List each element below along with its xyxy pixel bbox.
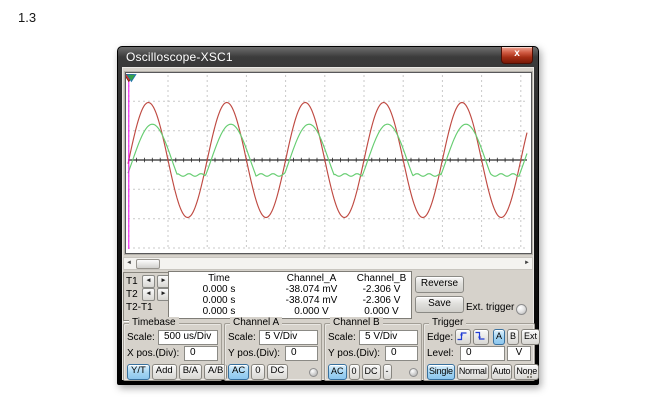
window-title: Oscilloscope-XSC1 [126, 50, 233, 64]
trigger-source-b-button[interactable]: B [507, 329, 519, 345]
channel-b-ypos-input[interactable]: 0 [385, 346, 418, 361]
t2-label: T2 [126, 289, 140, 300]
resize-grip[interactable] [525, 371, 532, 378]
t2-left-button[interactable]: ◄ [142, 288, 155, 301]
t2t1-channel-b-value: 0.000 V [354, 306, 409, 317]
channel-b-led-icon [409, 368, 418, 377]
close-button[interactable]: x [501, 47, 533, 64]
ext-trigger-terminal[interactable] [516, 304, 527, 315]
timebase-xpos-input[interactable]: 0 [184, 346, 218, 361]
channel-b-invert-button[interactable]: - [383, 364, 392, 380]
trigger-source-ext-button[interactable]: Ext [521, 329, 540, 345]
scrollbar-thumb[interactable] [136, 259, 160, 269]
channel-a-ypos-label: Y pos.(Div): [228, 348, 283, 359]
timebase-scale-input[interactable]: 500 us/Div [158, 330, 218, 345]
save-button[interactable]: Save [415, 296, 464, 313]
channel-b-ac-button[interactable]: AC [328, 364, 347, 380]
trigger-falling-edge-button[interactable] [473, 329, 489, 345]
trigger-normal-button[interactable]: Normal [457, 364, 489, 380]
trigger-rising-edge-button[interactable] [455, 329, 471, 345]
channel-a-led-icon [309, 368, 318, 377]
oscilloscope-window: Oscilloscope-XSC1 x ◄ ► T1 ◄ ► T2 ◄ ► [117, 46, 539, 385]
trace-channel_b [128, 124, 527, 176]
trigger-edge-label: Edge: [427, 332, 453, 343]
channel-a-group: Channel A Scale: 5 V/Div Y pos.(Div): 0 … [224, 323, 322, 381]
page: { "page": { "label": "1.3" }, "window": … [0, 0, 660, 406]
rising-edge-icon [456, 330, 468, 342]
reverse-button[interactable]: Reverse [415, 276, 464, 293]
channel-a-ac-button[interactable]: AC [228, 364, 249, 380]
trigger-single-button[interactable]: Single [427, 364, 455, 380]
channel-b-zero-button[interactable]: 0 [349, 364, 360, 380]
timebase-ba-button[interactable]: B/A [179, 364, 202, 380]
timebase-title: Timebase [129, 317, 179, 328]
t2t1-time-value: 0.000 s [169, 306, 269, 317]
page-label: 1.3 [18, 10, 36, 25]
trigger-title: Trigger [429, 317, 466, 328]
channel-a-zero-button[interactable]: 0 [251, 364, 264, 380]
trigger-source-a-button[interactable]: A [493, 329, 505, 345]
channel-b-dc-button[interactable]: DC [362, 364, 381, 380]
channel-a-title: Channel A [230, 317, 282, 328]
scroll-left-icon[interactable]: ◄ [124, 259, 134, 268]
titlebar[interactable]: Oscilloscope-XSC1 x [118, 47, 538, 67]
falling-edge-icon [474, 330, 486, 342]
trigger-level-input[interactable]: 0 [460, 346, 505, 361]
scroll-right-icon[interactable]: ► [522, 259, 532, 268]
t1-label: T1 [126, 276, 140, 287]
t1-channel-b-value: -2.306 V [354, 284, 409, 295]
trigger-group: Trigger Edge: A B Ext [423, 323, 535, 381]
channel-a-dc-button[interactable]: DC [267, 364, 289, 380]
channel-b-title: Channel B [330, 317, 383, 328]
t2t1-channel-a-value: 0.000 V [269, 306, 354, 317]
channel-b-group: Channel B Scale: 5 V/Div Y pos.(Div): 0 … [324, 323, 422, 381]
channel-b-scale-label: Scale: [328, 332, 357, 343]
channel-a-ypos-input[interactable]: 0 [285, 346, 318, 361]
t2-channel-a-value: -38.074 mV [269, 295, 354, 306]
t2-time-value: 0.000 s [169, 295, 269, 306]
t1-channel-a-value: -38.074 mV [269, 284, 354, 295]
t1-time-value: 0.000 s [169, 284, 269, 295]
channel-b-ypos-label: Y pos.(Div): [328, 348, 383, 359]
trigger-level-label: Level: [427, 348, 458, 359]
timebase-scale-label: Scale: [127, 332, 156, 343]
col-header-channel-b: Channel_B [354, 273, 409, 284]
channel-a-scale-input[interactable]: 5 V/Div [259, 330, 318, 345]
col-header-channel-a: Channel_A [269, 273, 354, 284]
t2-channel-b-value: -2.306 V [354, 295, 409, 306]
scope-display[interactable] [125, 72, 532, 254]
t1-row: T1 ◄ ► [126, 275, 170, 288]
t2t1-row: T2-T1 [126, 301, 170, 314]
trigger-auto-button[interactable]: Auto [491, 364, 513, 380]
cursor-control-box: T1 ◄ ► T2 ◄ ► T2-T1 [123, 272, 172, 321]
t1-left-button[interactable]: ◄ [142, 275, 155, 288]
col-header-time: Time [169, 273, 269, 284]
timebase-xpos-label: X pos.(Div): [127, 348, 182, 359]
t2-row: T2 ◄ ► [126, 288, 170, 301]
channel-a-scale-label: Scale: [228, 332, 257, 343]
scope-plot [126, 73, 529, 251]
horizontal-scrollbar[interactable]: ◄ ► [123, 257, 533, 270]
t2t1-label: T2-T1 [126, 302, 153, 313]
timebase-group: Timebase Scale: 500 us/Div X pos.(Div): … [123, 323, 222, 381]
ext-trigger-label: Ext. trigger [466, 302, 514, 313]
client-area: ◄ ► T1 ◄ ► T2 ◄ ► T2-T1 Time Chann [122, 67, 534, 380]
trigger-level-unit[interactable]: V [507, 346, 531, 361]
channel-b-scale-input[interactable]: 5 V/Div [359, 330, 418, 345]
readout-table: Time Channel_A Channel_B 0.000 s -38.074… [168, 271, 412, 319]
timebase-add-button[interactable]: Add [152, 364, 177, 380]
timebase-yt-button[interactable]: Y/T [127, 364, 150, 380]
